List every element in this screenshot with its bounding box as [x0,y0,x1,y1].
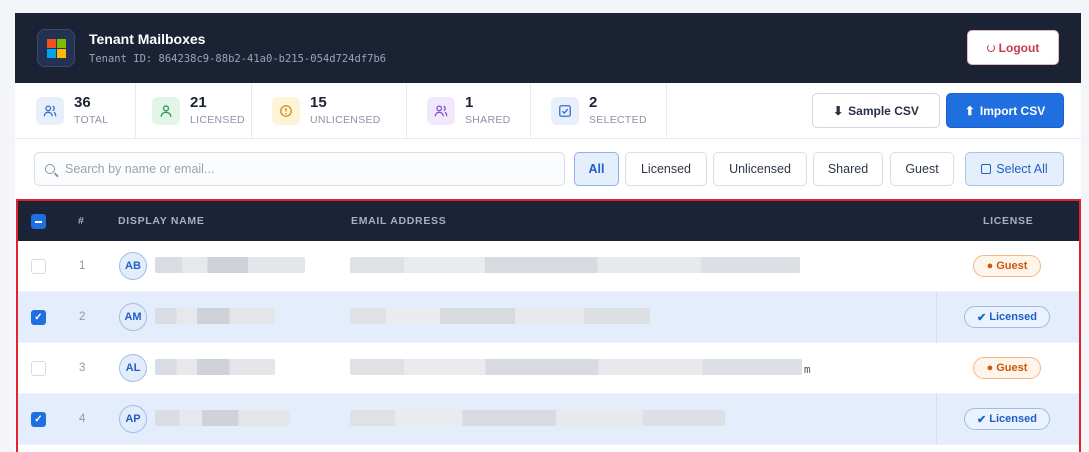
license-badge-label: Licensed [989,311,1037,323]
users-icon [36,96,64,125]
license-badge: ✔ Licensed [964,408,1050,430]
license-column-divider [936,394,937,445]
alert-icon [272,96,300,125]
filter-licensed-button[interactable]: Licensed [625,152,707,186]
import-csv-label: Import CSV [979,103,1046,118]
redacted-email [350,410,725,426]
column-license[interactable]: LICENSE [983,215,1033,227]
user-check-icon [152,96,180,125]
select-all-button[interactable]: Select All [965,152,1064,186]
avatar: AM [119,303,147,331]
search-input[interactable] [65,162,545,176]
row-checkbox[interactable] [31,259,46,274]
search-box[interactable] [34,152,565,186]
row-index: 3 [79,362,86,374]
stat-unlicensed: 15 UNLICENSED [252,82,407,139]
row-checkbox[interactable]: ✓ [31,412,46,427]
table-row[interactable]: 1 AB ● Guest [18,241,1079,292]
stat-total-label: TOTAL [74,114,109,126]
download-icon: ⬇ [833,103,844,118]
license-badge-label: Licensed [989,413,1037,425]
filter-unlicensed-button[interactable]: Unlicensed [713,152,807,186]
stat-unlicensed-value: 15 [310,94,327,111]
mailbox-panel: Tenant Mailboxes Tenant ID: 864238c9-88b… [15,13,1081,452]
search-icon [45,164,55,174]
row-checkbox[interactable]: ✓ [31,310,46,325]
stat-selected-value: 2 [589,94,598,111]
table-row[interactable]: ✓ 2 AM ✔ Licensed [18,292,1079,343]
row-index: 4 [79,413,86,425]
avatar: AB [119,252,147,280]
checkbox-icon [551,96,579,125]
check-icon: ✔ [977,413,987,426]
stat-shared-value: 1 [465,94,474,111]
redacted-email [350,257,800,273]
avatar: AP [119,405,147,433]
license-badge: ● Guest [973,255,1041,277]
filter-all-button[interactable]: All [574,152,619,186]
license-badge-label: Guest [996,260,1028,272]
guest-icon: ● [986,362,994,374]
redacted-name [155,257,305,273]
select-all-label: Select All [996,162,1048,176]
table-row[interactable]: ✓ 4 AP ✔ Licensed [18,394,1079,445]
stat-shared: 1 SHARED [407,82,531,139]
stat-total-value: 36 [74,94,91,111]
column-display-name[interactable]: DISPLAY NAME [118,215,205,227]
column-index: # [78,215,85,227]
sample-csv-label: Sample CSV [848,103,919,118]
import-csv-button[interactable]: ⬆ Import CSV [946,93,1064,128]
stat-licensed: 21 LICENSED [136,82,252,139]
mailbox-table: # DISPLAY NAME EMAIL ADDRESS LICENSE 1 A… [16,199,1081,452]
stat-total: 36 TOTAL [15,82,136,139]
redacted-name [155,308,275,324]
table-row[interactable]: 3 AL m ● Guest [18,343,1079,394]
header-checkbox[interactable] [31,214,46,229]
redacted-email [350,308,650,324]
page-title: Tenant Mailboxes [89,31,206,47]
avatar: AL [119,354,147,382]
logout-button[interactable]: Logout [967,30,1059,65]
stat-unlicensed-label: UNLICENSED [310,114,381,126]
power-icon [986,43,995,52]
stat-selected: 2 SELECTED [531,82,667,139]
select-all-checkbox-icon [981,164,992,174]
column-email[interactable]: EMAIL ADDRESS [351,215,446,227]
tenant-id: Tenant ID: 864238c9-88b2-41a0-b215-054d7… [89,53,387,65]
filter-shared-button[interactable]: Shared [813,152,883,186]
stat-shared-label: SHARED [465,114,511,126]
stat-licensed-label: LICENSED [190,114,245,126]
logout-label: Logout [998,40,1040,55]
stat-licensed-value: 21 [190,94,207,111]
license-badge: ✔ Licensed [964,306,1050,328]
email-fragment: m [804,363,811,376]
license-badge-label: Guest [996,362,1028,374]
redacted-email [350,359,802,375]
guest-icon: ● [986,260,994,272]
sample-csv-button[interactable]: ⬇ Sample CSV [812,93,940,128]
filter-guest-button[interactable]: Guest [890,152,954,186]
upload-icon: ⬆ [964,103,975,118]
shared-users-icon [427,96,455,125]
page: Tenant Mailboxes Tenant ID: 864238c9-88b… [0,0,1089,452]
table-header: # DISPLAY NAME EMAIL ADDRESS LICENSE [18,201,1079,241]
microsoft-logo-icon [37,29,75,67]
row-index: 1 [79,260,86,272]
license-badge: ● Guest [973,357,1041,379]
stat-selected-label: SELECTED [589,114,647,126]
redacted-name [155,410,290,426]
row-checkbox[interactable] [31,361,46,376]
row-index: 2 [79,311,86,323]
panel-header: Tenant Mailboxes Tenant ID: 864238c9-88b… [15,13,1081,83]
redacted-name [155,359,275,375]
license-column-divider [936,292,937,343]
check-icon: ✔ [977,311,987,324]
